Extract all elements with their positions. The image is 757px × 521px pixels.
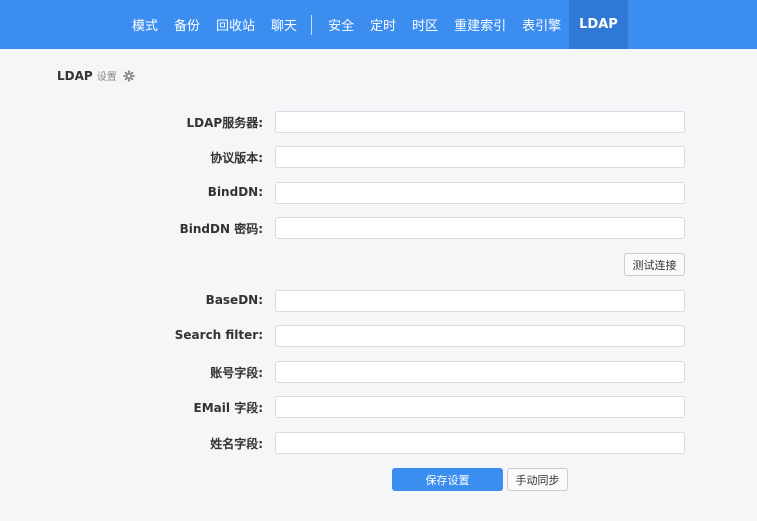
form-row-protocol-version: 协议版本: <box>0 146 757 168</box>
form-row-ldap-server: LDAP服务器: <box>0 111 757 133</box>
email-field-input[interactable] <box>275 396 685 418</box>
name-field-input[interactable] <box>275 432 685 454</box>
nav-item-security[interactable]: 安全 <box>320 0 362 49</box>
page-title: LDAP 设置 <box>57 68 135 83</box>
search-filter-label: Search filter: <box>174 328 263 342</box>
page-title-main: LDAP <box>57 68 93 83</box>
nav-item-schedule[interactable]: 定时 <box>362 0 404 49</box>
binddn-input[interactable] <box>275 182 685 204</box>
basedn-input[interactable] <box>275 290 685 312</box>
gear-icon[interactable] <box>123 70 135 82</box>
protocol-version-input[interactable] <box>275 146 685 168</box>
nav-divider <box>311 14 313 35</box>
top-nav-bar: 模式 备份 回收站 聊天 安全 定时 时区 重建索引 表引擎 LDAP <box>0 0 757 49</box>
nav-item-table-engine[interactable]: 表引擎 <box>514 0 569 49</box>
search-filter-input[interactable] <box>275 325 685 347</box>
binddn-label: BindDN: <box>207 185 263 199</box>
binddn-password-input[interactable] <box>275 217 685 239</box>
nav-item-mode[interactable]: 模式 <box>124 0 166 49</box>
page-title-sub: 设置 <box>96 72 117 83</box>
protocol-version-label: 协议版本: <box>210 151 263 165</box>
nav-item-ldap[interactable]: LDAP <box>569 0 628 49</box>
ldap-server-label: LDAP服务器: <box>186 116 264 130</box>
basedn-label: BaseDN: <box>205 293 263 307</box>
test-connection-button[interactable]: 测试连接 <box>624 253 685 276</box>
form-row-email-field: EMail 字段: <box>0 396 757 418</box>
nav-item-timezone[interactable]: 时区 <box>404 0 446 49</box>
nav-item-backup[interactable]: 备份 <box>166 0 208 49</box>
account-field-input[interactable] <box>275 361 685 383</box>
account-field-label: 账号字段: <box>210 366 263 380</box>
name-field-label: 姓名字段: <box>210 437 263 451</box>
binddn-password-label: BindDN 密码: <box>179 222 263 236</box>
form-row-binddn-password: BindDN 密码: <box>0 217 757 239</box>
form-row-account-field: 账号字段: <box>0 361 757 383</box>
nav-item-chat[interactable]: 聊天 <box>263 0 305 49</box>
nav-item-recycle-bin[interactable]: 回收站 <box>208 0 263 49</box>
form-row-name-field: 姓名字段: <box>0 432 757 454</box>
manual-sync-button[interactable]: 手动同步 <box>507 468 568 491</box>
form-row-basedn: BaseDN: <box>0 290 757 312</box>
email-field-label: EMail 字段: <box>193 401 263 415</box>
nav-item-rebuild-index[interactable]: 重建索引 <box>446 0 514 49</box>
ldap-server-input[interactable] <box>275 111 685 133</box>
form-row-binddn: BindDN: <box>0 182 757 204</box>
form-row-search-filter: Search filter: <box>0 325 757 347</box>
save-settings-button[interactable]: 保存设置 <box>392 468 503 491</box>
